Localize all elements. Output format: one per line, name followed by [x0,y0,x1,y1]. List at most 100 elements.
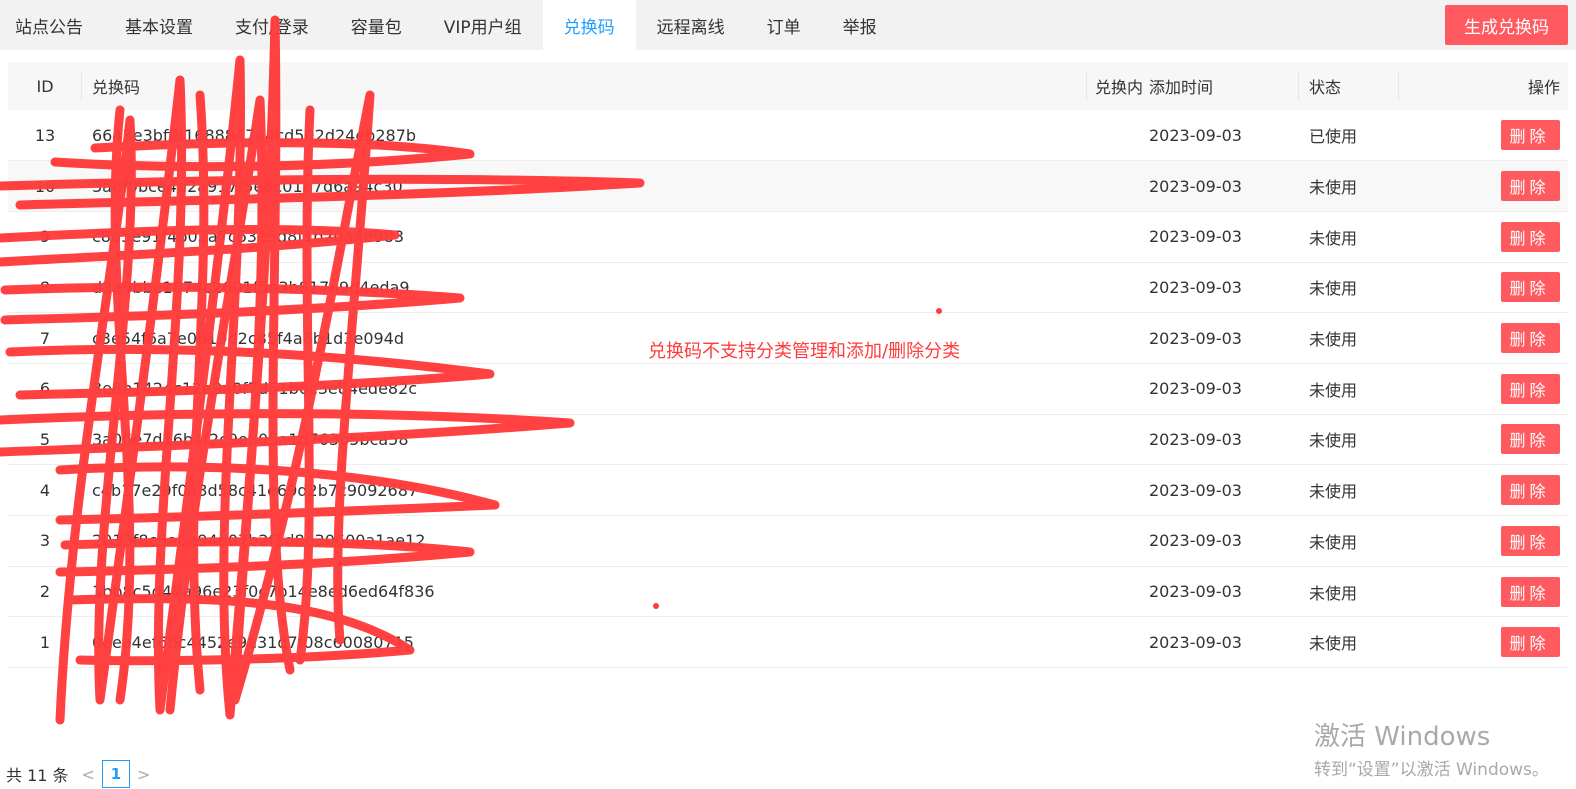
delete-button[interactable]: 删除 [1501,323,1560,354]
tab-orders[interactable]: 订单 [746,0,822,50]
cell-content [1087,414,1149,465]
cell-content [1087,110,1149,161]
cell-content [1087,313,1149,364]
table-header: ID 兑换码 兑换内 添加时间 状态 操作 [8,62,1568,110]
column-header-actions: 操作 [1527,78,1560,97]
delete-button[interactable]: 删除 [1501,576,1560,607]
cell-added-time: 2023-09-03 [1149,429,1242,449]
annotation-note: 兑换码不支持分类管理和添加/删除分类 [648,341,961,362]
delete-button[interactable]: 删除 [1501,120,1560,151]
cell-status: 未使用 [1309,583,1358,603]
tab-reports[interactable]: 举报 [822,0,898,50]
redeem-code-table: ID 兑换码 兑换内 添加时间 状态 操作 13 6643e3bffb168884… [8,62,1568,668]
delete-button[interactable]: 删除 [1501,525,1560,556]
cell-content [1087,516,1149,567]
cell-status: 未使用 [1309,532,1358,552]
page-number-current[interactable]: 1 [101,760,130,788]
generate-code-button[interactable]: 生成兑换码 [1445,5,1568,45]
pagination-total: 共 11 条 [6,766,69,785]
cell-content [1087,363,1149,414]
table-row: 8 d2a9bbe1074c2601f5e3b817a9d4eda9 2023-09… [8,262,1568,313]
cell-content [1087,262,1149,313]
cell-status: 未使用 [1309,482,1358,502]
tab-payment-login[interactable]: 支付/登录 [214,0,330,50]
table-row: 13 6643e3bffb1688847a4cd502d24eb287b 2023-… [8,110,1568,161]
cell-added-time: 2023-09-03 [1149,227,1242,247]
cell-status: 已使用 [1309,127,1358,147]
table-row: 3 2013f8c5a6e94d07b2f1d8e30600a1ae12 2023-… [8,516,1568,567]
delete-button[interactable]: 删除 [1501,373,1560,404]
delete-button[interactable]: 删除 [1501,424,1560,455]
delete-button[interactable]: 删除 [1501,475,1560,506]
cell-added-time: 2023-09-03 [1149,176,1242,196]
tab-vip-groups[interactable]: VIP用户组 [423,0,543,50]
tab-redeem-codes[interactable]: 兑换码 [542,0,636,50]
tab-announcement[interactable]: 站点公告 [0,0,104,50]
cell-added-time: 2023-09-03 [1149,379,1242,399]
cell-content [1087,465,1149,516]
cell-id: 10 [34,176,56,196]
cell-id: 3 [39,531,51,551]
cell-added-time: 2023-09-03 [1149,277,1242,297]
cell-actions: 删除 [1399,262,1568,313]
cell-redeem-code: 3a6f0bce4d2a917f5e8c01b7d6a94c30 [92,176,403,196]
cell-added-time: 2023-09-03 [1149,480,1242,500]
prev-page-button[interactable]: < [77,765,100,784]
cell-id: 6 [39,379,51,399]
delete-button[interactable]: 删除 [1501,272,1560,303]
cell-added-time: 2023-09-03 [1149,125,1242,145]
tab-basic-settings[interactable]: 基本设置 [104,0,214,50]
cell-added-time: 2023-09-03 [1149,582,1242,602]
cell-content [1087,617,1149,668]
cell-status: 未使用 [1309,431,1358,451]
cell-added-time: 2023-09-03 [1149,328,1242,348]
tab-remote-offline[interactable]: 远程离线 [636,0,746,50]
cell-content [1087,211,1149,262]
cell-id: 8 [39,277,51,297]
cell-id: 13 [34,125,56,145]
cell-status: 未使用 [1309,228,1358,248]
table-row: 6 3e8b1424c12e9a0f7d51b6c3e84ede82c 2023-0… [8,363,1568,415]
table-row: 1 0eea4ef6bc4452e9a31d7f08c60080715 2023-0… [8,617,1568,668]
delete-button[interactable]: 删除 [1501,171,1560,202]
delete-button[interactable]: 删除 [1501,627,1560,658]
column-header-id: ID [8,62,82,110]
cell-status: 未使用 [1309,634,1358,654]
annotation-dot [936,308,942,314]
cell-id: 2 [39,582,51,602]
cell-id: 4 [39,480,51,500]
watermark-subtitle: 转到“设置”以激活 Windows。 [1314,760,1549,780]
cell-status: 未使用 [1309,178,1358,198]
cell-actions: 删除 [1399,161,1568,212]
cell-actions: 删除 [1399,465,1568,516]
cell-status: 未使用 [1309,330,1358,350]
column-header-status: 状态 [1299,62,1399,110]
table-row: 2 1bb8c5d48a96e23f0c7b14e8ed6ed64f836 2023… [8,566,1568,617]
next-page-button[interactable]: > [132,765,155,784]
cell-actions: 删除 [1399,516,1568,567]
cell-added-time: 2023-09-03 [1149,531,1242,551]
cell-actions: 删除 [1399,617,1568,668]
cell-id: 1 [39,632,51,652]
tab-bar: 站点公告 基本设置 支付/登录 容量包 VIP用户组 兑换码 远程离线 订单 举… [0,0,1576,50]
cell-redeem-code: d2a9bbe1074c2601f5e3b817a9d4eda9 [92,277,410,297]
cell-redeem-code: 3e8b1424c12e9a0f7d51b6c3e84ede82c [92,379,418,399]
cell-actions: 删除 [1399,313,1568,364]
table-row: 5 3a06e7d16b4f2c9e805a1d763b5bca58 2023-09… [8,414,1568,465]
cell-id: 9 [39,227,51,247]
cell-actions: 删除 [1399,110,1568,161]
cell-id: 7 [39,328,51,348]
cell-redeem-code: 2013f8c5a6e94d07b2f1d8e30600a1ae12 [92,531,426,551]
cell-actions: 删除 [1399,566,1568,617]
delete-button[interactable]: 删除 [1501,221,1560,252]
cell-redeem-code: 3a06e7d16b4f2c9e805a1d763b5bca58 [92,429,409,449]
column-header-content: 兑换内 [1095,78,1144,97]
cell-actions: 删除 [1399,211,1568,262]
tab-capacity-pack[interactable]: 容量包 [330,0,423,50]
cell-redeem-code: 6643e3bffb1688847a4cd502d24eb287b [92,125,417,145]
table-row: 4 c4b17e29f0a3d58c41e69d2b7c9092687 2023-0… [8,465,1568,516]
cell-redeem-code: 0eea4ef6bc4452e9a31d7f08c60080715 [92,632,414,652]
cell-redeem-code: c8d5e91f4b02a7c63e5d8f1b20a4e983 [92,227,405,247]
cell-id: 5 [39,429,51,449]
cell-redeem-code: 1bb8c5d48a96e23f0c7b14e8ed6ed64f836 [92,582,435,602]
